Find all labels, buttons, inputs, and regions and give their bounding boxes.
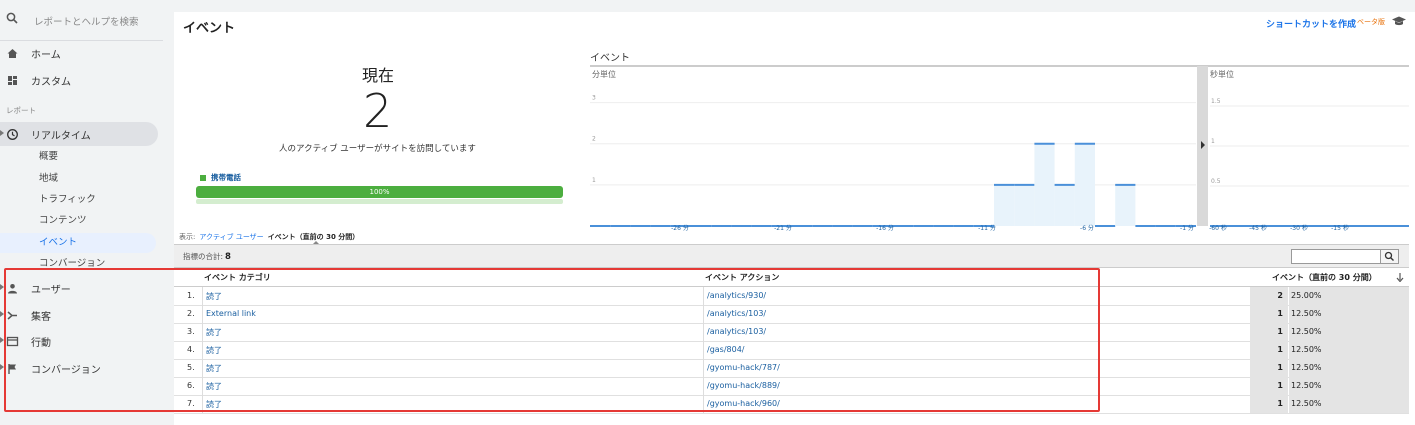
- sidebar-subitem-location[interactable]: 地域: [39, 169, 58, 189]
- sidebar-item-custom[interactable]: カスタム: [0, 68, 158, 92]
- minute-bar: [1014, 184, 1035, 226]
- sidebar-subitem-events[interactable]: イベント: [39, 233, 77, 253]
- minute-bar: [1054, 184, 1075, 226]
- x-tick-label: -16 分: [876, 224, 894, 232]
- active-user-count: 2: [363, 84, 393, 138]
- sidebar-subitem-content[interactable]: コンテンツ: [39, 211, 87, 231]
- legend-label: 携帯電話: [211, 173, 241, 182]
- sidebar-item-realtime[interactable]: リアルタイム: [0, 122, 158, 146]
- section-label-reports: レポート: [6, 106, 36, 115]
- event-count: 1: [1277, 327, 1283, 336]
- event-count: 1: [1277, 399, 1283, 408]
- minute-subtitle: 分単位: [592, 69, 616, 79]
- minute-grid: 1 2 3: [590, 95, 1196, 186]
- search-placeholder: レポートとヘルプを検索: [34, 17, 139, 28]
- collapse-caret-icon: [0, 130, 4, 136]
- y-tick-label: 1.5: [1211, 98, 1221, 105]
- y-tick-label: 0.5: [1211, 178, 1221, 185]
- event-percent: 12.50%: [1291, 381, 1322, 390]
- chart-title: イベント: [590, 52, 630, 64]
- total-value: 8: [225, 252, 231, 262]
- x-tick-label: -21 分: [774, 224, 792, 232]
- search-icon: [1384, 251, 1394, 261]
- graduation-cap-icon[interactable]: [1392, 16, 1406, 26]
- x-tick-label: -26 分: [671, 224, 689, 232]
- legend-swatch: [200, 175, 206, 181]
- second-grid: 0.5 1 1.5: [1210, 98, 1409, 227]
- table-search-button[interactable]: [1380, 249, 1399, 264]
- x-tick-label: -60 秒: [1209, 224, 1227, 232]
- sidebar-item-label: カスタム: [31, 76, 71, 88]
- sidebar-subitem-traffic[interactable]: トラフィック: [39, 190, 96, 210]
- device-legend-mobile: 携帯電話: [200, 172, 241, 183]
- minute-bar: [1115, 184, 1136, 226]
- sidebar-item-label: リアルタイム: [31, 130, 91, 142]
- y-tick-label: 3: [592, 95, 596, 102]
- toggle-events[interactable]: イベント（直前の 30 分間）: [268, 233, 360, 241]
- second-subtitle: 秒単位: [1210, 69, 1234, 79]
- x-tick-label: -45 秒: [1249, 224, 1267, 232]
- event-count: 1: [1277, 345, 1283, 354]
- beta-badge: ベータ版: [1357, 18, 1385, 26]
- toggle-active-users[interactable]: アクティブ ユーザー: [199, 233, 263, 241]
- clock-icon: [7, 129, 18, 140]
- header-events[interactable]: イベント（直前の 30 分間）: [1272, 272, 1377, 283]
- event-count: 1: [1277, 381, 1283, 390]
- page-title: イベント: [183, 21, 236, 36]
- now-label: 現在: [362, 66, 395, 85]
- event-percent: 12.50%: [1291, 327, 1322, 336]
- y-tick-label: 1: [592, 177, 596, 184]
- create-shortcut-link[interactable]: ショートカットを作成: [1266, 17, 1356, 30]
- x-tick-label: -30 秒: [1290, 224, 1308, 232]
- sidebar-subitem-overview[interactable]: 概要: [39, 147, 58, 167]
- sidebar-subitem-active-bg: [0, 233, 156, 253]
- table-search-input[interactable]: [1291, 249, 1381, 264]
- event-count: 1: [1277, 309, 1283, 318]
- totals-bar: 指標の合計: 8: [174, 244, 1409, 268]
- dashboard-icon: [8, 76, 17, 85]
- event-percent: 12.50%: [1291, 309, 1322, 318]
- sidebar-item-label: ホーム: [31, 49, 61, 61]
- view-toggle-label: 表示:: [179, 233, 196, 241]
- active-users-description: 人のアクティブ ユーザーがサイトを訪問しています: [279, 144, 476, 154]
- sort-down-icon[interactable]: [1396, 273, 1404, 282]
- x-tick-label: -6 分: [1080, 224, 1094, 232]
- home-icon: [7, 49, 18, 58]
- y-tick-label: 2: [592, 136, 596, 143]
- event-count: 1: [1277, 363, 1283, 372]
- event-count: 2: [1277, 291, 1283, 300]
- search-icon: [6, 12, 18, 24]
- y-tick-label: 1: [1211, 138, 1215, 145]
- x-tick-label: -15 秒: [1331, 224, 1349, 232]
- sidebar-item-home[interactable]: ホーム: [0, 41, 158, 65]
- total-label: 指標の合計:: [183, 252, 224, 261]
- progress-bar-shadow: [196, 199, 563, 204]
- highlight-box: [4, 268, 1100, 412]
- x-tick-label: -11 分: [978, 224, 996, 232]
- event-percent: 12.50%: [1291, 363, 1322, 372]
- events-chart: イベント 分単位 秒単位 1 2 3 -26 分 -21 分 -16 分 -11 分 -6 …: [590, 52, 1409, 232]
- device-progress-bar: 100%: [196, 186, 563, 198]
- event-percent: 25.00%: [1291, 291, 1322, 300]
- minute-bar: [1034, 143, 1055, 226]
- metric-total: 指標の合計: 8: [183, 251, 231, 262]
- event-percent: 12.50%: [1291, 399, 1322, 408]
- x-tick-label: -1 分: [1180, 224, 1194, 232]
- view-toggle: 表示: アクティブ ユーザー イベント（直前の 30 分間）: [179, 232, 359, 242]
- minute-bar: [1074, 143, 1095, 226]
- event-percent: 12.50%: [1291, 345, 1322, 354]
- minute-bar: [994, 184, 1015, 226]
- sidebar-search[interactable]: レポートとヘルプを検索: [0, 0, 163, 41]
